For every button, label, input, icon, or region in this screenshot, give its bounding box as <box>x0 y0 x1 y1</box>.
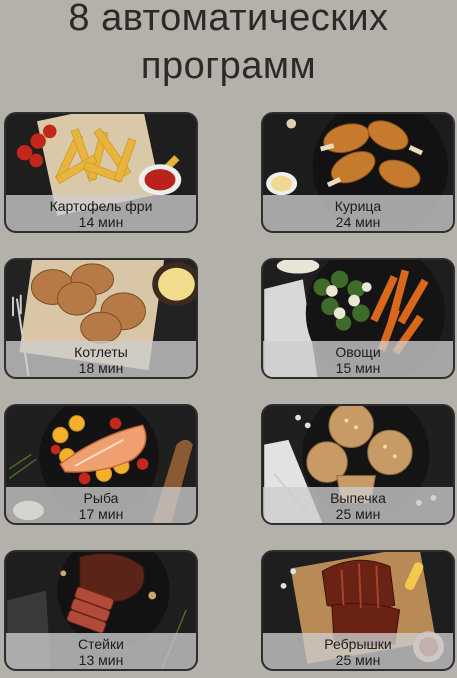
program-card-fish[interactable]: Рыба 17 мин <box>4 404 198 525</box>
program-card-chicken[interactable]: Курица 24 мин <box>261 112 455 233</box>
program-time: 14 мин <box>78 214 124 230</box>
program-name: Картофель фри <box>49 198 153 214</box>
program-time: 18 мин <box>78 360 124 376</box>
program-name: Рыба <box>83 490 119 506</box>
program-time: 25 мин <box>335 506 381 522</box>
program-name: Выпечка <box>330 490 386 506</box>
program-card-steak[interactable]: Стейки 13 мин <box>4 550 198 671</box>
title-line-1: 8 автоматических <box>68 0 389 39</box>
program-name: Овощи <box>335 344 381 360</box>
program-card-fries[interactable]: Картофель фри 14 мин <box>4 112 198 233</box>
program-time: 15 мин <box>335 360 381 376</box>
program-card-cutlets[interactable]: Котлеты 18 мин <box>4 258 198 379</box>
program-time: 13 мин <box>78 652 124 668</box>
program-time: 17 мин <box>78 506 124 522</box>
program-time: 24 мин <box>335 214 381 230</box>
program-name: Котлеты <box>74 344 128 360</box>
title-line-2: программ <box>140 45 317 87</box>
program-name: Ребрышки <box>324 636 392 652</box>
program-name: Стейки <box>78 636 124 652</box>
program-time: 25 мин <box>335 652 381 668</box>
program-card-vegetables[interactable]: Овощи 15 мин <box>261 258 455 379</box>
program-name: Курица <box>334 198 382 214</box>
program-card-ribs[interactable]: Ребрышки 25 мин <box>261 550 455 671</box>
program-card-pastry[interactable]: Выпечка 25 мин <box>261 404 455 525</box>
page-title: 8 автоматических программ <box>0 0 457 90</box>
